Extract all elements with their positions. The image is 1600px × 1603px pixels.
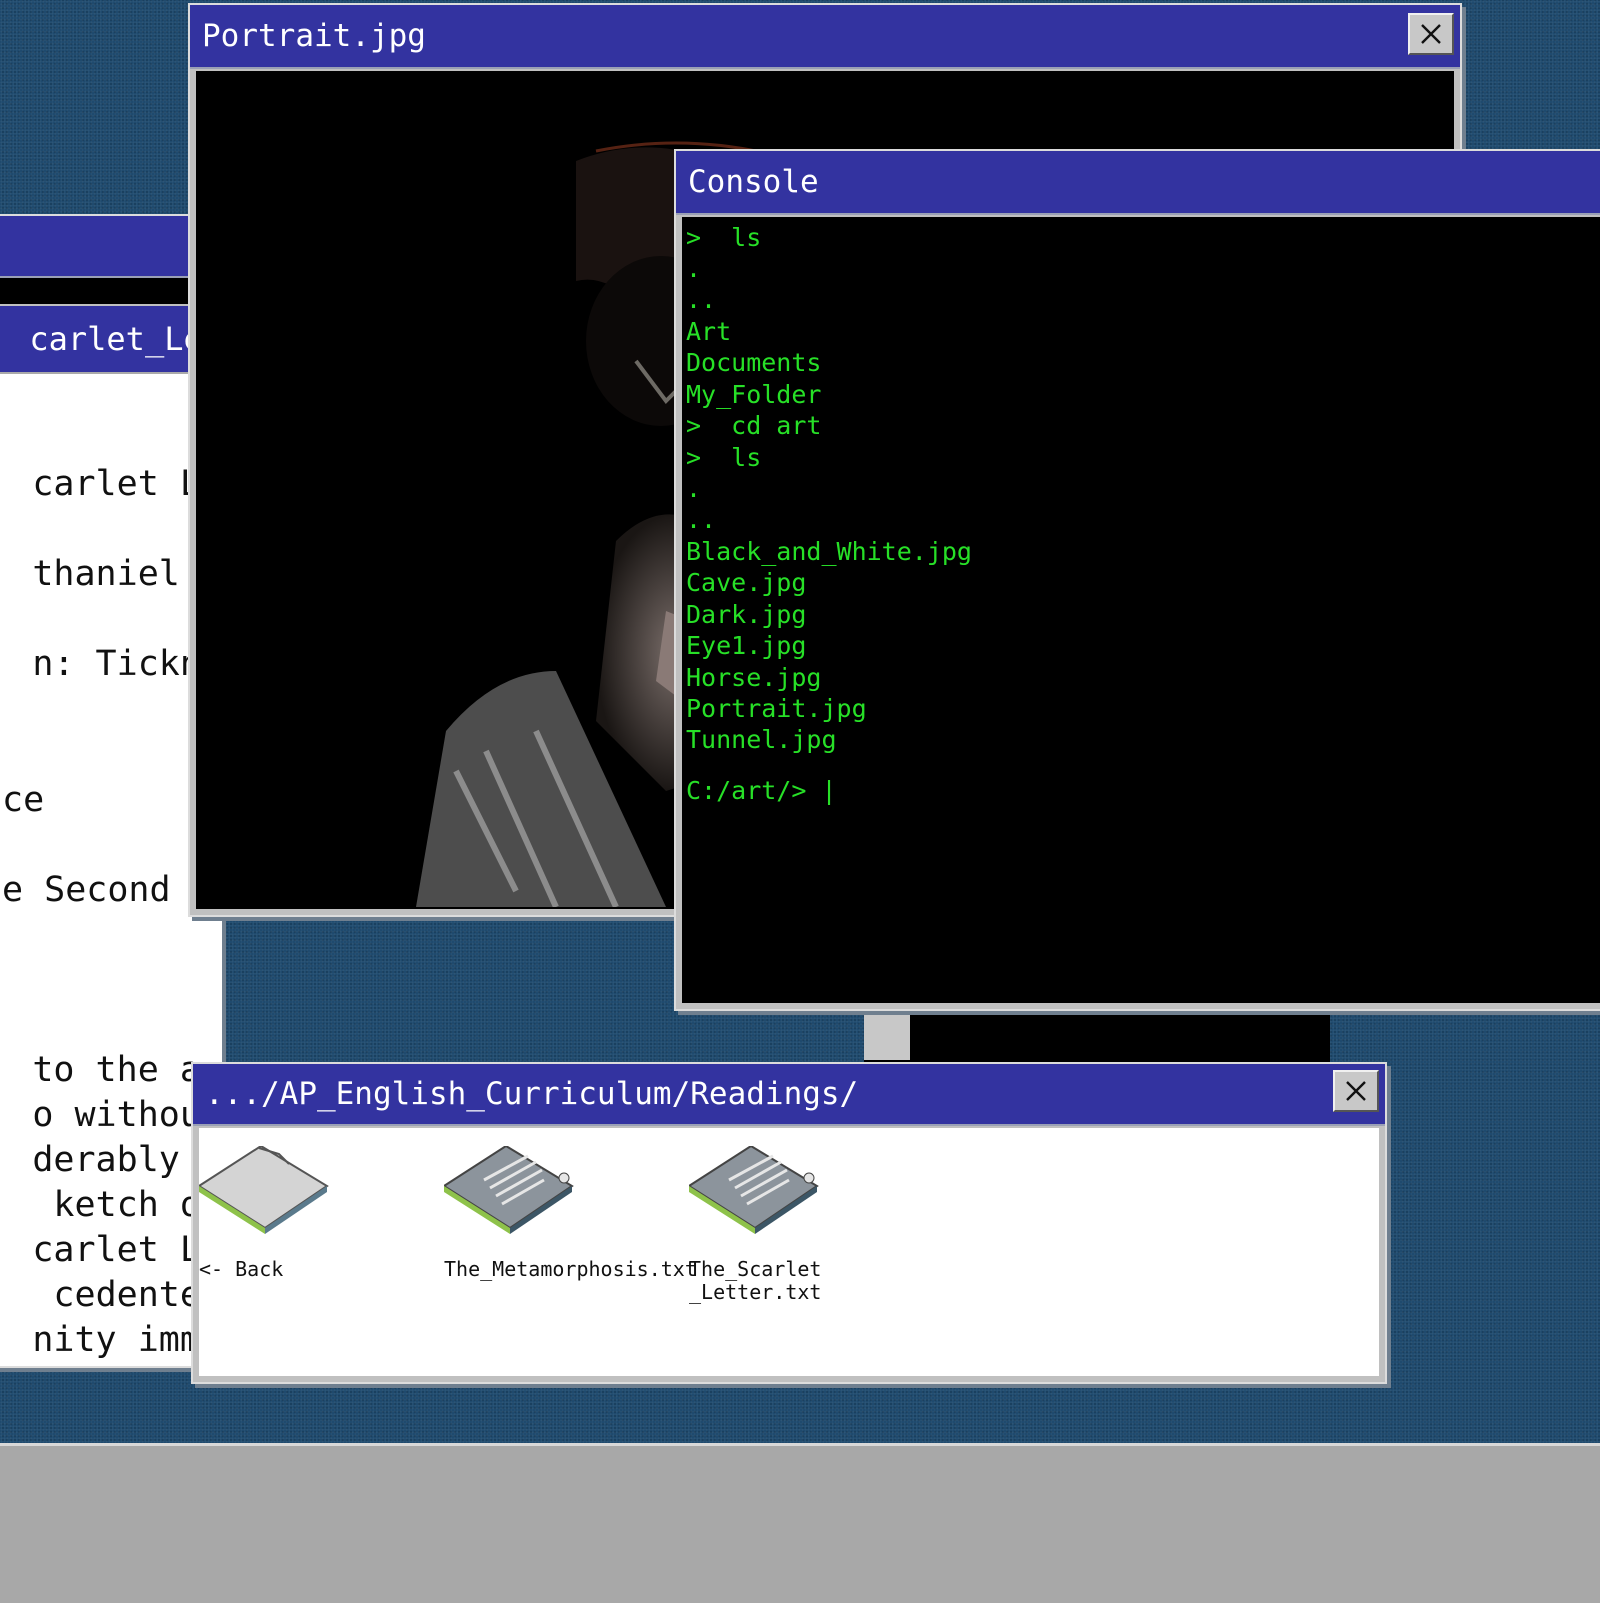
file-explorer-path: .../AP_English_Curriculum/Readings/	[205, 1076, 859, 1112]
console-prompt[interactable]: C:/art/> |	[686, 776, 837, 805]
close-icon	[1346, 1081, 1366, 1101]
console-line: .	[686, 254, 702, 283]
console-line: Art	[686, 317, 732, 346]
console-line: My_Folder	[686, 380, 822, 409]
console-window[interactable]: Console > ls . .. Art Documents My_Folde…	[674, 149, 1600, 1011]
console-line: > ls	[686, 223, 762, 252]
console-line: ..	[686, 285, 717, 314]
file-label: The_Scarlet _Letter.txt	[689, 1257, 822, 1304]
console-line: Black_and_White.jpg	[686, 537, 972, 566]
console-line: Horse.jpg	[686, 663, 822, 692]
taskbar[interactable]	[0, 1443, 1600, 1603]
console-line: Documents	[686, 348, 822, 377]
file-item[interactable]: The_Metamorphosis.txt	[444, 1128, 697, 1368]
file-item[interactable]: The_Scarlet _Letter.txt	[689, 1128, 929, 1368]
file-explorer-close-button[interactable]	[1333, 1070, 1379, 1112]
close-icon	[1421, 24, 1441, 44]
file-explorer-window[interactable]: .../AP_English_Curriculum/Readings/ <- B…	[191, 1062, 1387, 1384]
image-viewer-titlebar[interactable]: Portrait.jpg	[190, 5, 1460, 69]
console-line: Cave.jpg	[686, 568, 807, 597]
console-line: Eye1.jpg	[686, 631, 807, 660]
console-line: ..	[686, 505, 717, 534]
console-line: Portrait.jpg	[686, 694, 867, 723]
console-line: > ls	[686, 443, 762, 472]
console-line: Tunnel.jpg	[686, 725, 837, 754]
file-label: The_Metamorphosis.txt	[444, 1257, 697, 1281]
console-line: .	[686, 474, 702, 503]
image-viewer-close-button[interactable]	[1408, 13, 1454, 55]
file-explorer-content[interactable]: <- Back The_Metamorphosis.txt The_Scarle…	[199, 1128, 1379, 1376]
image-viewer-title: Portrait.jpg	[202, 18, 426, 54]
document-line: ce	[2, 780, 45, 820]
console-screen[interactable]: > ls . .. Art Documents My_Folder > cd a…	[682, 217, 1600, 1003]
console-line: Dark.jpg	[686, 600, 807, 629]
document-line: e Second	[2, 870, 171, 910]
back-item[interactable]: <- Back	[199, 1128, 439, 1368]
console-titlebar[interactable]: Console	[676, 151, 1600, 215]
file-label: <- Back	[199, 1257, 284, 1281]
folder-icon	[199, 1146, 329, 1234]
console-line: > cd art	[686, 411, 822, 440]
console-title: Console	[688, 164, 819, 200]
file-explorer-titlebar[interactable]: .../AP_English_Curriculum/Readings/	[193, 1064, 1385, 1126]
text-file-icon	[689, 1146, 819, 1234]
text-file-icon	[444, 1146, 574, 1234]
